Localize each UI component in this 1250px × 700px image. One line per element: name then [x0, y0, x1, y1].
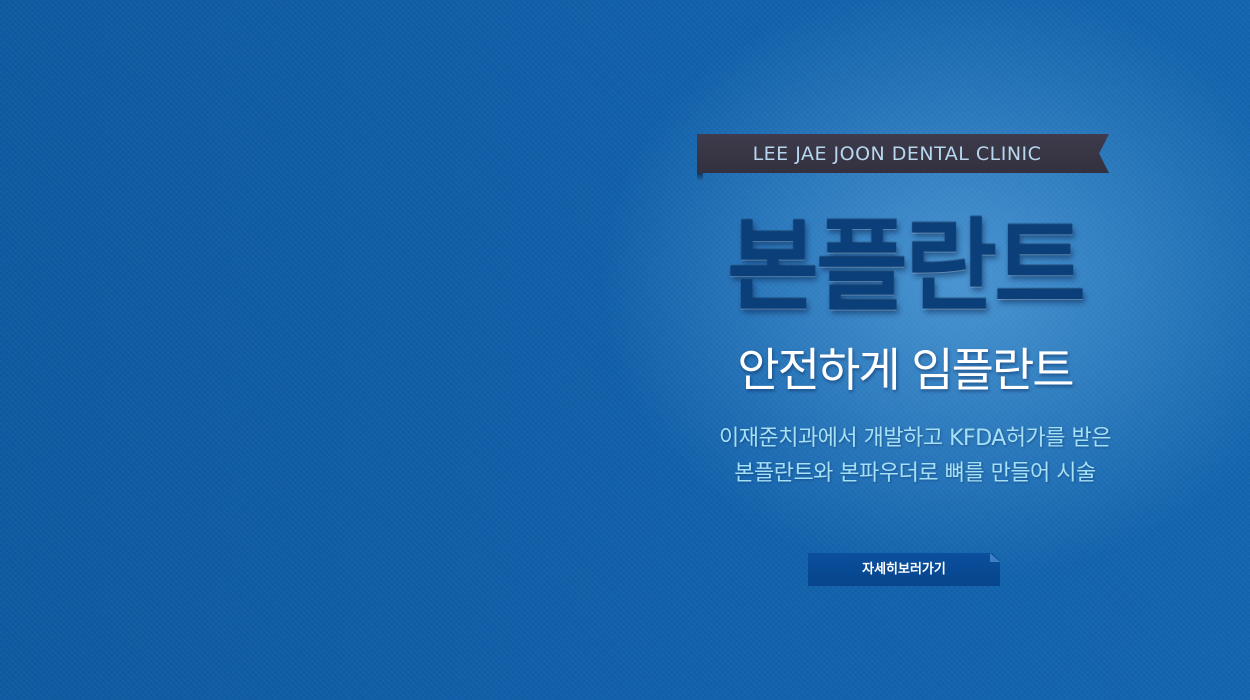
description-line-1: 이재준치과에서 개발하고 KFDA허가를 받은 — [718, 426, 1112, 451]
view-details-button[interactable]: 자세히보러가기 — [808, 553, 1000, 586]
ribbon-fold-shadow — [697, 173, 703, 181]
description-line-2: 본플란트와 본파우더로 뼈를 만들어 시술 — [734, 461, 1096, 486]
hero-banner: LEE JAE JOON DENTAL CLINIC 본플란트 안전하게 임플란… — [0, 0, 1250, 700]
view-details-button-label: 자세히보러가기 — [862, 562, 946, 577]
clinic-name-label: LEE JAE JOON DENTAL CLINIC — [752, 143, 1042, 165]
product-subtitle: 안전하게 임플란트 — [737, 343, 1074, 397]
product-title: 본플란트 — [727, 208, 1086, 325]
